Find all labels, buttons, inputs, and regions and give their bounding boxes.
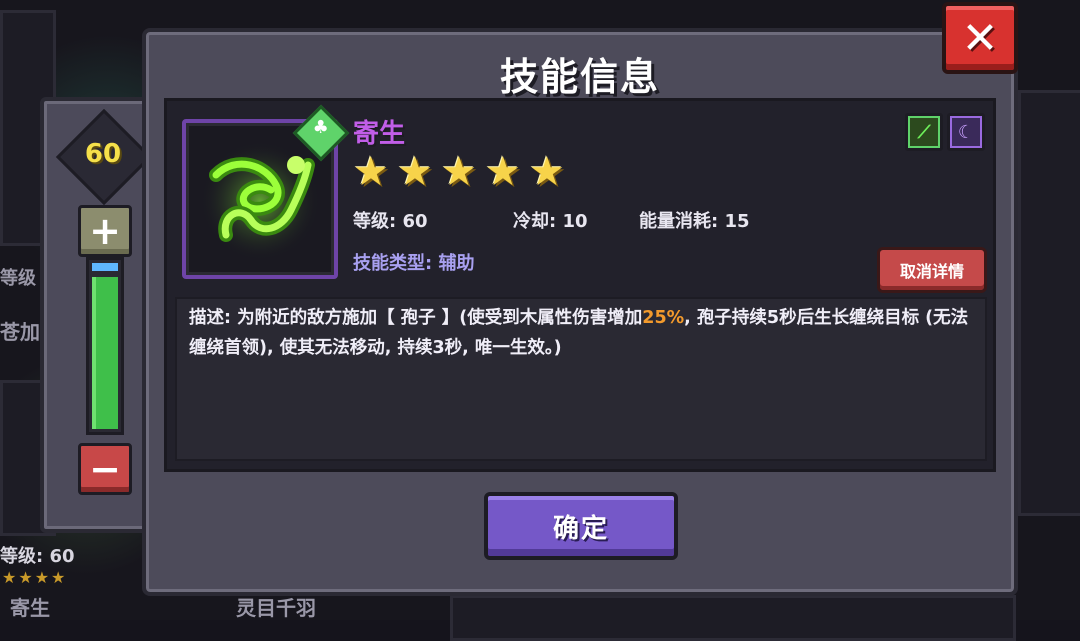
leaf-icon: ♣ <box>312 117 329 139</box>
magic-icon[interactable]: ☾ <box>947 113 985 151</box>
background-level-text: 等级: 60 <box>0 546 75 567</box>
background-card <box>450 595 1016 641</box>
description-text-before: 描述: 为附近的敌方施加【 孢子 】(使受到木属性伤害增加 <box>189 308 643 328</box>
level-number: 60 <box>84 139 122 169</box>
background-name-text: 苍加 <box>0 320 40 344</box>
skill-description-box: 描述: 为附近的敌方施加【 孢子 】(使受到木属性伤害增加25%, 孢子持续5秒… <box>175 297 987 461</box>
background-skill-name[interactable]: 寄生 <box>10 592 50 621</box>
skill-type: 技能类型: 辅助 <box>353 253 475 274</box>
star-icon: ★ <box>485 149 521 195</box>
star-icon: ★ <box>441 149 477 195</box>
background-skill-name[interactable]: 灵目千羽 <box>236 592 316 621</box>
skill-energy-cost: 能量消耗: 15 <box>639 211 750 232</box>
level-slider[interactable] <box>86 257 124 435</box>
nature-icon[interactable]: ⟋ <box>905 113 943 151</box>
skill-level: 等级: 60 <box>353 211 428 232</box>
level-up-button[interactable]: + <box>78 205 132 257</box>
background-stars: ★★★★ <box>2 568 68 587</box>
skill-info-dialog: 技能信息 ♣ 寄生 ★ ★ ★ ★ ★ 等级: 60 冷却: 10 能量消耗: … <box>142 28 1018 596</box>
star-icon: ★ <box>353 149 389 195</box>
description-highlight: 25% <box>642 308 685 328</box>
confirm-button[interactable]: 确定 <box>484 492 678 560</box>
background-level-text: 等级 <box>0 268 36 289</box>
star-icon: ★ <box>529 149 565 195</box>
skill-star-rating: ★ ★ ★ ★ ★ <box>353 149 567 195</box>
skill-cooldown: 冷却: 10 <box>513 211 588 232</box>
dialog-title: 技能信息 <box>499 55 660 99</box>
skill-name: 寄生 <box>353 119 406 149</box>
skill-info-panel: ♣ 寄生 ★ ★ ★ ★ ★ 等级: 60 冷却: 10 能量消耗: 15 技能类型: … <box>164 98 996 472</box>
parasite-skill-icon <box>200 141 320 261</box>
close-button[interactable]: ✕ <box>942 2 1018 74</box>
level-slider-cap <box>92 263 118 271</box>
cancel-details-button[interactable]: 取消详情 <box>877 247 987 293</box>
star-icon: ★ <box>397 149 433 195</box>
background-card <box>1018 90 1080 516</box>
level-slider-fill <box>92 276 118 429</box>
level-down-button[interactable]: − <box>78 443 132 495</box>
skill-description: 描述: 为附近的敌方施加【 孢子 】(使受到木属性伤害增加25%, 孢子持续5秒… <box>189 303 973 363</box>
